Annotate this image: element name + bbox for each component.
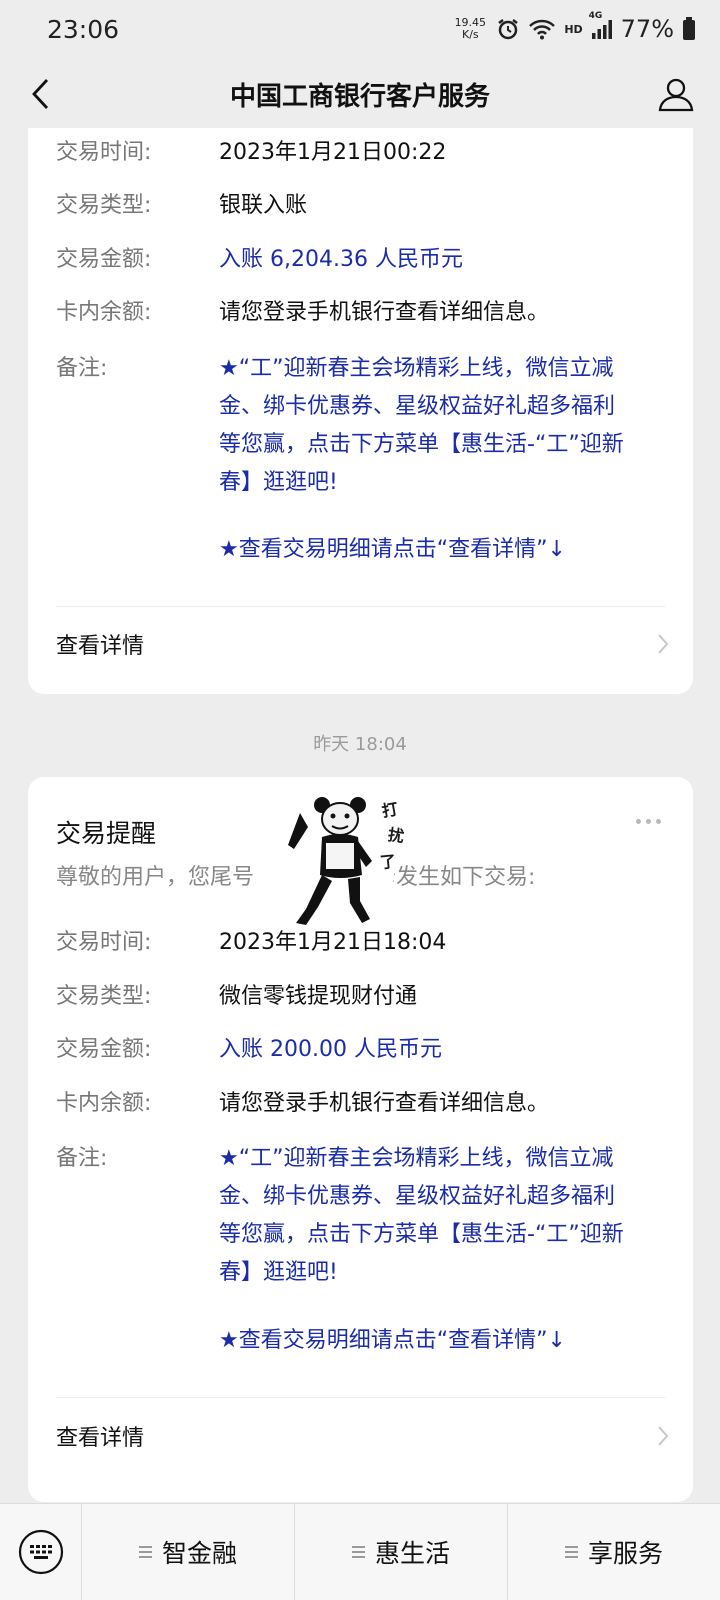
status-time: 23:06 [47, 14, 120, 44]
remark-line: 春】逛逛吧! [219, 470, 338, 495]
panda-meme-sticker[interactable]: 打 扰 了 [270, 783, 420, 933]
menu-item-label: 智金融 [161, 1539, 237, 1568]
remark-text: ★“工”迎新春主会场精彩上线，微信立减 金、绑卡优惠券、星级权益好礼超多福利 等… [219, 350, 624, 502]
network-speed: 19.45 K/s [452, 17, 488, 41]
view-details-label: 查看详情 [56, 634, 145, 659]
signal-label: 4G [588, 11, 603, 21]
row-label: 交易金额: [56, 1037, 152, 1062]
battery-percent: 77% [620, 15, 674, 43]
info-row-balance: 卡内余额: 请您登录手机银行查看详细信息。 [56, 1085, 665, 1123]
row-label: 交易时间: [56, 140, 152, 165]
remark-text: ★“工”迎新春主会场精彩上线，微信立减 金、绑卡优惠券、星级权益好礼超多福利 等… [219, 1140, 624, 1292]
menu-item-services[interactable]: 享服务 [508, 1504, 720, 1600]
row-value: 入账 200.00 人民币元 [219, 1037, 442, 1062]
row-value: 请您登录手机银行查看详细信息。 [219, 1091, 550, 1116]
menu-item-label: 享服务 [587, 1539, 663, 1568]
status-bar: 23:06 19.45 K/s HD 4G 77% [0, 0, 720, 58]
view-details-link[interactable]: 查看详情 [56, 616, 669, 672]
chevron-right-icon [657, 633, 669, 655]
status-indicators: 19.45 K/s HD 4G 77% [452, 11, 696, 43]
chevron-right-icon [657, 1425, 669, 1447]
row-label: 交易类型: [56, 984, 152, 1009]
row-label: 交易时间: [56, 930, 152, 955]
row-label: 卡内余额: [56, 1091, 152, 1116]
info-row-type: 交易类型: 微信零钱提现财付通 [56, 978, 665, 1016]
row-value: 微信零钱提现财付通 [219, 984, 418, 1009]
row-value: 请您登录手机银行查看详细信息。 [219, 300, 550, 325]
back-icon [32, 79, 49, 109]
more-options-icon[interactable] [636, 819, 661, 824]
sticker-caption-char: 扰 [386, 824, 406, 847]
row-label: 备注: [56, 356, 108, 381]
row-label: 交易类型: [56, 193, 152, 218]
info-row-remark: 备注: ★“工”迎新春主会场精彩上线，微信立减 金、绑卡优惠券、星级权益好礼超多… [56, 350, 665, 502]
hd-label: HD [564, 22, 583, 36]
profile-icon [658, 78, 694, 112]
card-title: 交易提醒 [56, 819, 157, 848]
alarm-icon [496, 17, 520, 41]
menu-item-label: 惠生活 [374, 1539, 450, 1568]
info-row-balance: 卡内余额: 请您登录手机银行查看详细信息。 [56, 294, 665, 332]
wifi-icon [528, 18, 556, 40]
row-label: 卡内余额: [56, 300, 152, 325]
profile-button[interactable] [652, 70, 700, 118]
detail-tip: ★查看交易明细请点击“查看详情”↓ [219, 1328, 566, 1353]
back-button[interactable] [18, 72, 62, 116]
row-label: 备注: [56, 1146, 108, 1171]
remark-line: 等您赢，点击下方菜单【惠生活-“工”迎新 [219, 1222, 624, 1247]
divider [56, 1397, 665, 1398]
signal-icon: 4G [589, 11, 613, 40]
bottom-menu-bar: 智金融 惠生活 享服务 [0, 1503, 720, 1600]
navigation-bar: 中国工商银行客户服务 [0, 58, 720, 130]
divider [56, 606, 665, 607]
menu-lines-icon [138, 1546, 152, 1558]
menu-lines-icon [351, 1546, 365, 1558]
remark-line: 春】逛逛吧! [219, 1260, 338, 1285]
row-value: 入账 6,204.36 人民币元 [219, 247, 463, 272]
menu-lines-icon [564, 1546, 578, 1558]
remark-line: 金、绑卡优惠券、星级权益好礼超多福利 [219, 394, 616, 419]
keyboard-toggle-button[interactable] [0, 1503, 82, 1600]
detail-tip: ★查看交易明细请点击“查看详情”↓ [219, 537, 566, 562]
sticker-caption: 打 扰 了 [379, 797, 406, 875]
view-details-label: 查看详情 [56, 1426, 145, 1451]
network-speed-unit: K/s [461, 28, 479, 41]
info-row-type: 交易类型: 银联入账 [56, 187, 665, 225]
sticker-caption-char: 了 [379, 851, 397, 873]
view-details-link[interactable]: 查看详情 [56, 1408, 669, 1464]
keyboard-icon [18, 1529, 63, 1575]
menu-item-life-benefits[interactable]: 惠生活 [295, 1503, 508, 1600]
message-card-1: 交易时间: 2023年1月21日00:22 交易类型: 银联入账 交易金额: 入… [28, 128, 693, 694]
info-row-amount: 交易金额: 入账 200.00 人民币元 [56, 1031, 665, 1069]
remark-line: 金、绑卡优惠券、星级权益好礼超多福利 [219, 1184, 616, 1209]
row-value: 2023年1月21日00:22 [219, 140, 447, 165]
info-row-amount: 交易金额: 入账 6,204.36 人民币元 [56, 241, 665, 279]
remark-line: 等您赢，点击下方菜单【惠生活-“工”迎新 [219, 432, 624, 457]
row-label: 交易金额: [56, 247, 152, 272]
remark-line: ★“工”迎新春主会场精彩上线，微信立减 [219, 1146, 614, 1171]
menu-item-smart-finance[interactable]: 智金融 [82, 1503, 295, 1600]
info-row-remark: 备注: ★“工”迎新春主会场精彩上线，微信立减 金、绑卡优惠券、星级权益好礼超多… [56, 1140, 665, 1292]
remark-line: ★“工”迎新春主会场精彩上线，微信立减 [219, 356, 614, 381]
intro-start: 尊敬的用户，您尾号 [56, 865, 255, 890]
info-row-time: 交易时间: 2023年1月21日00:22 [56, 134, 665, 172]
page-title: 中国工商银行客户服务 [229, 81, 490, 112]
row-value: 银联入账 [219, 193, 308, 218]
battery-icon [682, 17, 696, 41]
message-timestamp: 昨天 18:04 [313, 734, 407, 755]
sticker-caption-char: 打 [380, 799, 400, 821]
